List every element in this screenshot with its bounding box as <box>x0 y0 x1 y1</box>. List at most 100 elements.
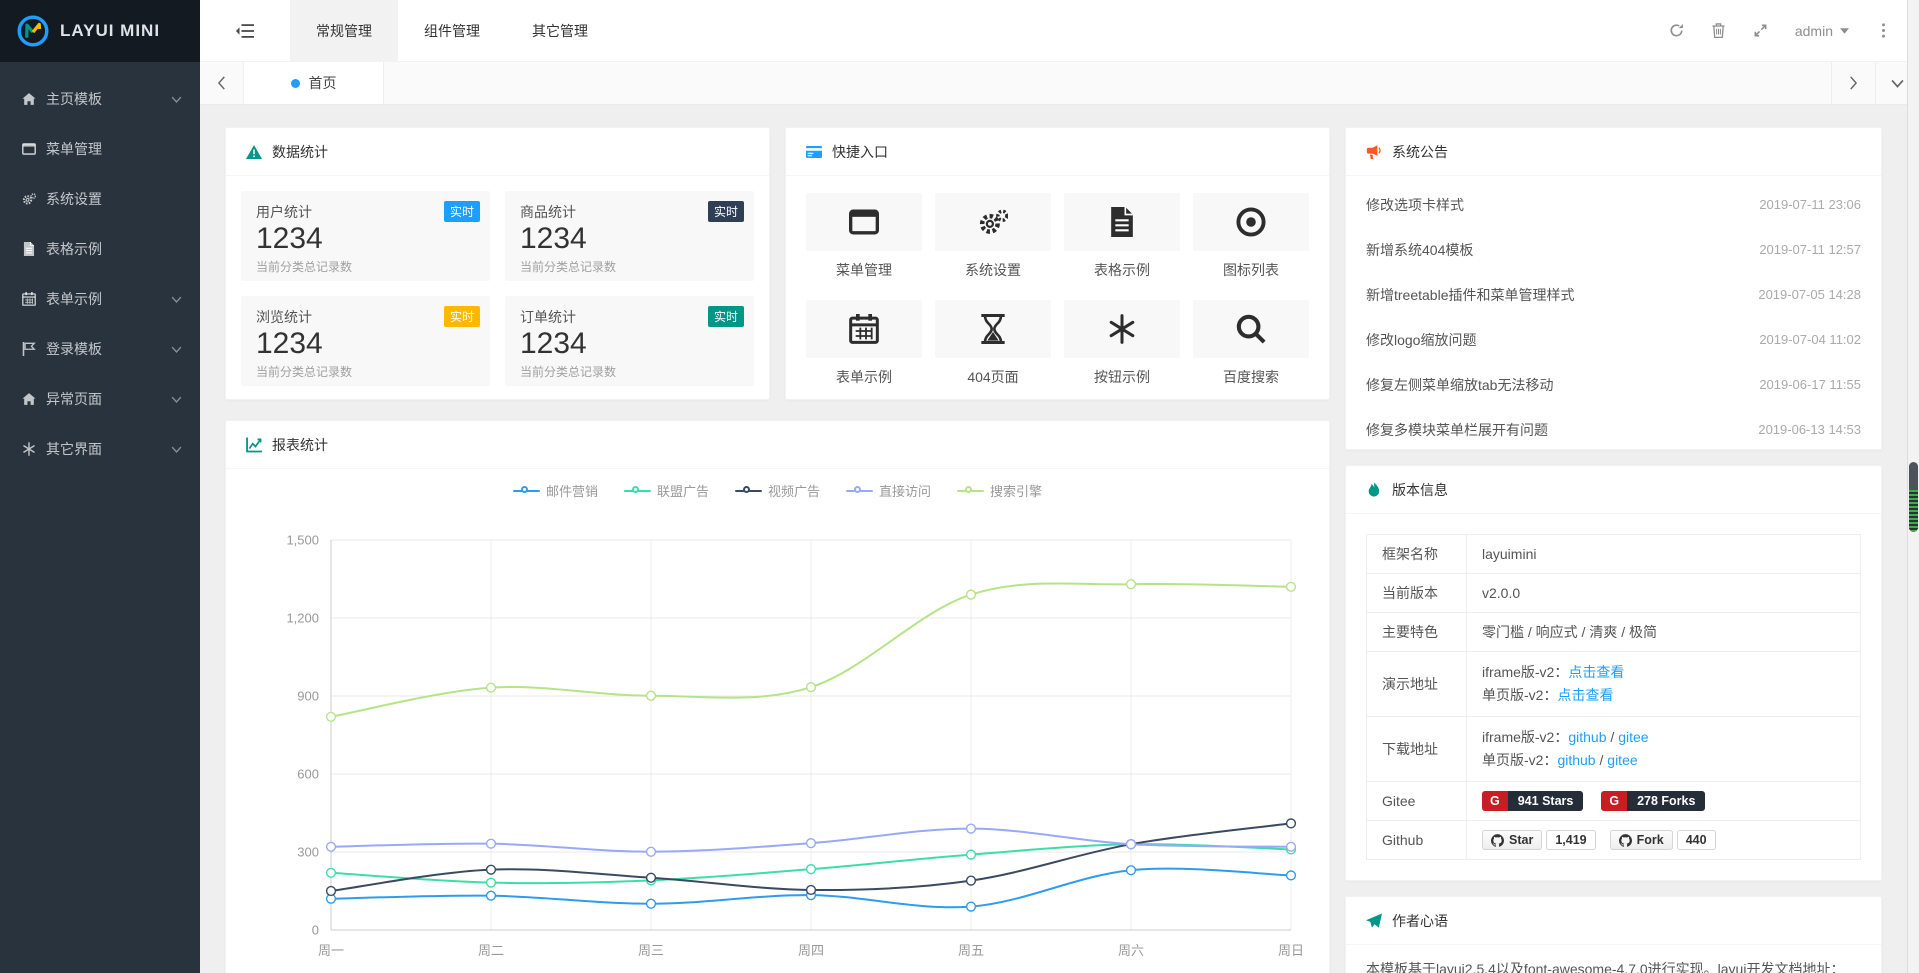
hourglass-icon <box>978 314 1008 344</box>
legend-item[interactable]: 邮件营销 <box>513 481 598 500</box>
user-dropdown[interactable]: admin <box>1795 23 1849 39</box>
header-actions: admin <box>1669 0 1919 61</box>
sidebar-menu: 主页模板 菜单管理 系统设置 表格示例 表单示例 登录模板 异常页面 其它界面 <box>0 62 200 474</box>
github-widget[interactable]: Fork440 <box>1610 830 1716 850</box>
svg-text:900: 900 <box>297 689 319 704</box>
header-tab[interactable]: 常规管理 <box>290 0 398 61</box>
version-row: 主要特色零门槛 / 响应式 / 清爽 / 极简 <box>1367 613 1861 652</box>
gitee-badge[interactable]: G278 Forks <box>1601 791 1705 811</box>
sidebar-item-1[interactable]: 菜单管理 <box>0 124 200 174</box>
svg-text:周四: 周四 <box>798 943 824 958</box>
sidebar-item-5[interactable]: 登录模板 <box>0 324 200 374</box>
chevron-left-icon <box>217 76 226 90</box>
tabs-scroll-right-button[interactable] <box>1831 62 1875 104</box>
svg-text:600: 600 <box>297 767 319 782</box>
card-version-info: 版本信息 框架名称layuimini当前版本v2.0.0主要特色零门槛 / 响应… <box>1345 465 1882 881</box>
chevron-down-icon <box>171 446 182 453</box>
stat-value: 1234 <box>520 327 739 362</box>
legend-item[interactable]: 联盟广告 <box>624 481 709 500</box>
legend-item[interactable]: 视频广告 <box>735 481 820 500</box>
stat-value: 1234 <box>256 327 475 362</box>
version-row: 演示地址iframe版-v2：点击查看单页版-v2：点击查看 <box>1367 652 1861 717</box>
link[interactable]: gitee <box>1618 729 1648 745</box>
sidebar: LAYUI MINI 主页模板 菜单管理 系统设置 表格示例 表单示例 登录模板… <box>0 0 200 973</box>
file-icon <box>1107 207 1137 237</box>
quick-link[interactable]: 系统设置 <box>935 193 1051 280</box>
header-tab[interactable]: 其它管理 <box>506 0 614 61</box>
sidebar-item-4[interactable]: 表单示例 <box>0 274 200 324</box>
svg-text:1,200: 1,200 <box>286 611 319 626</box>
quick-link[interactable]: 百度搜索 <box>1193 300 1309 387</box>
asterisk-icon <box>1107 314 1137 344</box>
bars-icon <box>236 24 254 38</box>
link[interactable]: github <box>1568 729 1606 745</box>
chevron-down-icon <box>171 96 182 103</box>
stat-box: 商品统计 实时 1234 当前分类总记录数 <box>505 191 754 281</box>
version-row: 下载地址iframe版-v2：github / gitee单页版-v2：gith… <box>1367 717 1861 782</box>
home-icon <box>22 392 46 406</box>
tab-home[interactable]: 首页 <box>244 62 384 104</box>
quick-link[interactable]: 表单示例 <box>806 300 922 387</box>
card-title: 快捷入口 <box>832 142 888 162</box>
card-title: 数据统计 <box>272 142 328 162</box>
link[interactable]: github <box>1557 752 1595 768</box>
announcement-row[interactable]: 修复多模块菜单栏展开有问题 2019-06-13 14:53 <box>1346 407 1881 450</box>
sidebar-item-7[interactable]: 其它界面 <box>0 424 200 474</box>
flag-icon <box>22 342 46 356</box>
quick-link[interactable]: 图标列表 <box>1193 193 1309 280</box>
fullscreen-icon[interactable] <box>1753 23 1768 38</box>
sidebar-item-3[interactable]: 表格示例 <box>0 224 200 274</box>
link[interactable]: 点击查看 <box>1568 664 1624 680</box>
quick-link[interactable]: 菜单管理 <box>806 193 922 280</box>
link[interactable]: gitee <box>1607 752 1637 768</box>
link[interactable]: 点击查看 <box>1557 687 1613 703</box>
page-scrollbar[interactable] <box>1907 0 1919 973</box>
app-logo[interactable]: LAYUI MINI <box>0 0 200 62</box>
legend-item[interactable]: 搜索引擎 <box>957 481 1042 500</box>
home-icon <box>22 92 46 106</box>
header: 常规管理组件管理其它管理 admin <box>200 0 1919 62</box>
card-announcements: 系统公告 修改选项卡样式 2019-07-11 23:06 新增系统404模板 … <box>1345 127 1882 450</box>
warning-icon <box>246 144 262 160</box>
chevron-down-icon <box>171 396 182 403</box>
announcement-row[interactable]: 新增系统404模板 2019-07-11 12:57 <box>1346 227 1881 272</box>
chart-legend: 邮件营销 联盟广告 视频广告 直接访问 搜索引擎 <box>226 481 1329 500</box>
version-row: 框架名称layuimini <box>1367 535 1861 574</box>
announcement-row[interactable]: 修改选项卡样式 2019-07-11 23:06 <box>1346 182 1881 227</box>
svg-text:300: 300 <box>297 845 319 860</box>
legend-item[interactable]: 直接访问 <box>846 481 931 500</box>
refresh-icon[interactable] <box>1669 23 1684 38</box>
announcement-row[interactable]: 新增treetable插件和菜单管理样式 2019-07-05 14:28 <box>1346 272 1881 317</box>
sidebar-item-6[interactable]: 异常页面 <box>0 374 200 424</box>
announcement-row[interactable]: 修复左侧菜单缩放tab无法移动 2019-06-17 11:55 <box>1346 362 1881 407</box>
report-chart: 03006009001,2001,500周一周二周三周四周五周六周日 <box>226 500 1329 970</box>
line-chart-icon <box>246 437 262 453</box>
id-card-icon <box>806 144 822 160</box>
sidebar-item-0[interactable]: 主页模板 <box>0 74 200 124</box>
quick-link[interactable]: 按钮示例 <box>1064 300 1180 387</box>
author-intro: 本模板基于layui2.5.4以及font-awesome-4.7.0进行实现。… <box>1366 958 1861 973</box>
page-tabbar: 首页 <box>200 62 1919 105</box>
clear-cache-icon[interactable] <box>1711 23 1726 38</box>
stat-box: 用户统计 实时 1234 当前分类总记录数 <box>241 191 490 281</box>
quick-link[interactable]: 404页面 <box>935 300 1051 387</box>
window-icon <box>849 207 879 237</box>
gears-icon <box>978 207 1008 237</box>
sidebar-item-2[interactable]: 系统设置 <box>0 174 200 224</box>
announcement-row[interactable]: 修改logo缩放问题 2019-07-04 11:02 <box>1346 317 1881 362</box>
header-tab[interactable]: 组件管理 <box>398 0 506 61</box>
gitee-badge[interactable]: G941 Stars <box>1482 791 1583 811</box>
github-widget[interactable]: Star1,419 <box>1482 830 1596 850</box>
realtime-badge: 实时 <box>708 306 744 327</box>
dotcircle-icon <box>1236 207 1266 237</box>
version-row: 当前版本v2.0.0 <box>1367 574 1861 613</box>
menu-collapse-button[interactable] <box>200 0 290 61</box>
tabs-scroll-left-button[interactable] <box>200 62 244 104</box>
scrollbar-thumb[interactable] <box>1909 462 1918 532</box>
card-title: 报表统计 <box>272 435 328 455</box>
asterisk-icon <box>22 442 46 456</box>
quick-link[interactable]: 表格示例 <box>1064 193 1180 280</box>
more-options-icon[interactable] <box>1876 23 1891 38</box>
version-row: GithubStar1,419Fork440 <box>1367 821 1861 860</box>
legend-marker <box>513 485 540 497</box>
